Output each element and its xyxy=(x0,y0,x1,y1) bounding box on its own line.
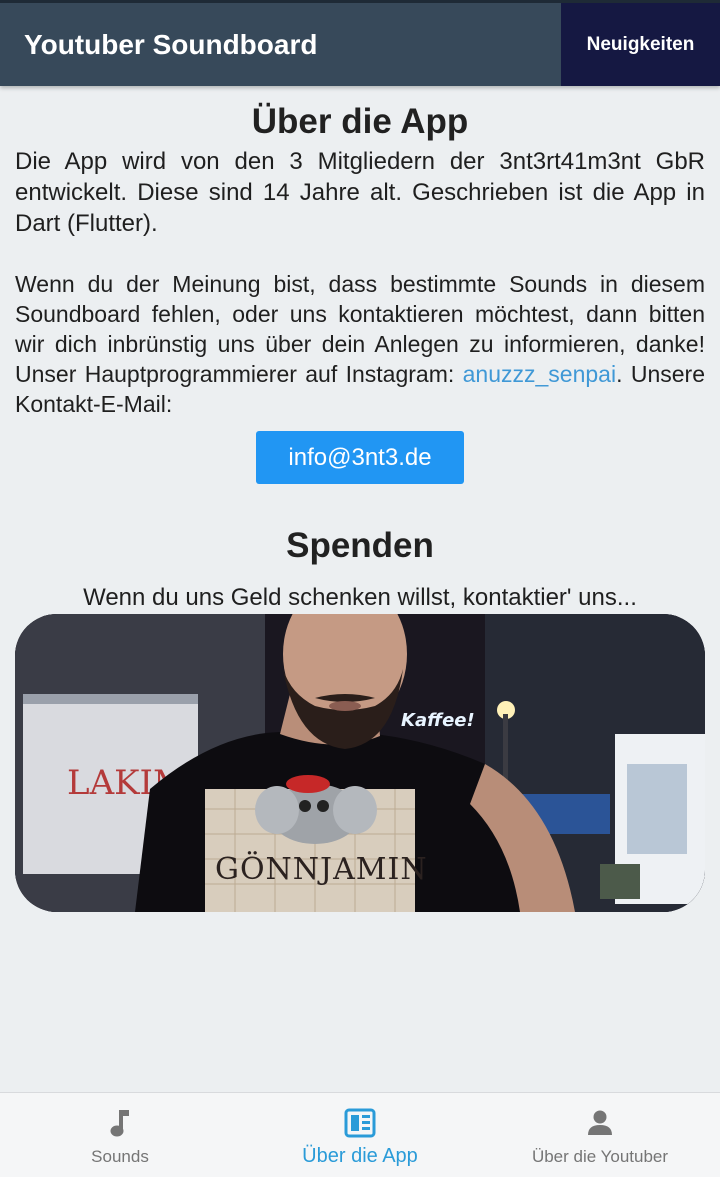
shirt-text: GÖNNJAMIN xyxy=(215,851,428,887)
app-title: Youtuber Soundboard xyxy=(24,29,318,60)
donate-heading: Spenden xyxy=(286,526,434,565)
about-page-content: Über die App Die App wird von den 3 Mitg… xyxy=(15,86,705,912)
person-icon xyxy=(584,1107,616,1139)
about-paragraph: Die App wird von den 3 Mitgliedern der 3… xyxy=(15,148,705,237)
app-bar: Youtuber Soundboard Neuigkeiten xyxy=(0,0,720,86)
nav-label-about-youtuber: Über die Youtuber xyxy=(531,1147,669,1166)
photo-sign-right: Kaffee! xyxy=(401,710,475,731)
bottom-navigation: Sounds Über die App Über die Youtuber xyxy=(0,1092,720,1177)
nav-item-about-app[interactable]: Über die App xyxy=(240,1093,480,1177)
nav-label-sounds: Sounds xyxy=(91,1147,149,1166)
donate-photo: LAKIMI Kaffee! GÖNNJAMIN xyxy=(15,614,705,912)
instagram-link[interactable]: anuzzz_senpai xyxy=(463,361,616,387)
donate-text: Wenn du uns Geld schenken willst, kontak… xyxy=(83,584,637,611)
music-note-icon xyxy=(104,1107,136,1139)
about-heading: Über die App xyxy=(251,102,469,141)
nav-item-sounds[interactable]: Sounds xyxy=(0,1093,240,1177)
news-button[interactable]: Neuigkeiten xyxy=(561,3,720,86)
nav-item-about-youtuber[interactable]: Über die Youtuber xyxy=(480,1093,720,1177)
photo-illustration: LAKIMI Kaffee! GÖNNJAMIN xyxy=(15,614,705,912)
app-info-icon xyxy=(344,1107,376,1139)
contact-paragraph: Wenn du der Meinung bist, dass bestimmte… xyxy=(15,269,705,419)
nav-label-about-app: Über die App xyxy=(302,1145,418,1167)
email-button[interactable]: info@3nt3.de xyxy=(256,431,464,484)
